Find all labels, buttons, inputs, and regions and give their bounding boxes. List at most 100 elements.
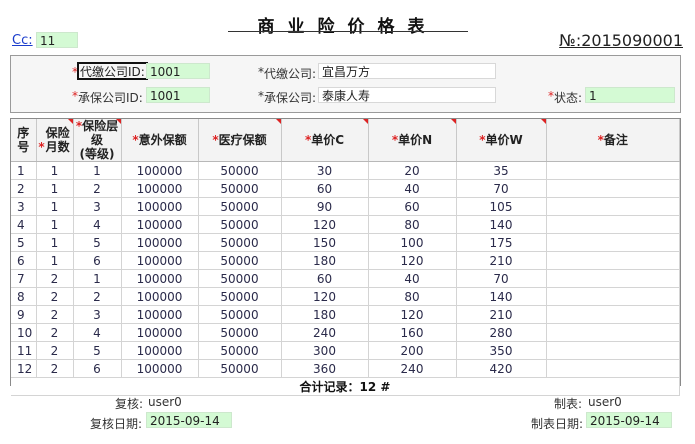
cell-accident[interactable]: 100000 — [121, 161, 199, 180]
cell-accident[interactable]: 100000 — [121, 323, 199, 342]
cell-level[interactable]: 3 — [73, 305, 122, 324]
cell-w[interactable]: 35 — [456, 161, 547, 180]
cell-w[interactable]: 175 — [456, 233, 547, 252]
cell-accident[interactable]: 100000 — [121, 269, 199, 288]
table-row[interactable]: 8 2 2 100000 50000 120 80 140 — [11, 287, 680, 306]
cell-medical[interactable]: 50000 — [198, 269, 282, 288]
cell-w[interactable]: 70 — [456, 269, 547, 288]
cell-w[interactable]: 420 — [456, 359, 547, 378]
col-header-level[interactable]: *保险层级 (等级) — [73, 119, 122, 162]
cell-w[interactable]: 210 — [456, 305, 547, 324]
table-row[interactable]: 3 1 3 100000 50000 90 60 105 — [11, 197, 680, 216]
col-header-price-w[interactable]: *单价W — [456, 119, 547, 162]
cell-c[interactable]: 180 — [281, 251, 369, 270]
cell-n[interactable]: 40 — [368, 179, 457, 198]
cell-n[interactable]: 200 — [368, 341, 457, 360]
cell-level[interactable]: 5 — [73, 341, 122, 360]
col-header-medical[interactable]: *医疗保额 — [198, 119, 282, 162]
cell-level[interactable]: 5 — [73, 233, 122, 252]
cell-seq[interactable]: 2 — [11, 179, 37, 198]
cell-level[interactable]: 3 — [73, 197, 122, 216]
cell-seq[interactable]: 9 — [11, 305, 37, 324]
cell-c[interactable]: 30 — [281, 161, 369, 180]
cell-medical[interactable]: 50000 — [198, 359, 282, 378]
cell-medical[interactable]: 50000 — [198, 305, 282, 324]
cell-c[interactable]: 60 — [281, 269, 369, 288]
cell-months[interactable]: 1 — [36, 161, 74, 180]
cell-accident[interactable]: 100000 — [121, 215, 199, 234]
cell-w[interactable]: 70 — [456, 179, 547, 198]
cell-level[interactable]: 4 — [73, 323, 122, 342]
col-header-accident[interactable]: *意外保额 — [121, 119, 199, 162]
status-field[interactable]: 1 — [585, 87, 675, 103]
cell-n[interactable]: 120 — [368, 251, 457, 270]
cell-level[interactable]: 1 — [73, 161, 122, 180]
cell-seq[interactable]: 3 — [11, 197, 37, 216]
table-row[interactable]: 12 2 6 100000 50000 360 240 420 — [11, 359, 680, 378]
cell-remark[interactable] — [546, 179, 680, 198]
cell-n[interactable]: 120 — [368, 305, 457, 324]
cell-level[interactable]: 4 — [73, 215, 122, 234]
cell-c[interactable]: 360 — [281, 359, 369, 378]
table-row[interactable]: 7 2 1 100000 50000 60 40 70 — [11, 269, 680, 288]
cell-level[interactable]: 6 — [73, 359, 122, 378]
cell-medical[interactable]: 50000 — [198, 323, 282, 342]
cell-seq[interactable]: 1 — [11, 161, 37, 180]
cell-n[interactable]: 240 — [368, 359, 457, 378]
make-date-field[interactable]: 2015-09-14 — [586, 412, 672, 428]
cell-c[interactable]: 120 — [281, 215, 369, 234]
cell-c[interactable]: 240 — [281, 323, 369, 342]
cell-months[interactable]: 1 — [36, 197, 74, 216]
payer-id-field[interactable]: 1001 — [146, 63, 210, 79]
table-row[interactable]: 4 1 4 100000 50000 120 80 140 — [11, 215, 680, 234]
cell-level[interactable]: 1 — [73, 269, 122, 288]
cell-remark[interactable] — [546, 341, 680, 360]
cell-remark[interactable] — [546, 323, 680, 342]
col-header-months[interactable]: *保险月数 — [36, 119, 74, 162]
cell-medical[interactable]: 50000 — [198, 287, 282, 306]
cell-n[interactable]: 20 — [368, 161, 457, 180]
col-header-seq[interactable]: 序号 — [11, 119, 37, 162]
cell-months[interactable]: 2 — [36, 323, 74, 342]
cell-w[interactable]: 210 — [456, 251, 547, 270]
table-row[interactable]: 2 1 2 100000 50000 60 40 70 — [11, 179, 680, 198]
cell-n[interactable]: 100 — [368, 233, 457, 252]
cell-seq[interactable]: 11 — [11, 341, 37, 360]
cell-accident[interactable]: 100000 — [121, 233, 199, 252]
cell-months[interactable]: 2 — [36, 287, 74, 306]
cell-seq[interactable]: 12 — [11, 359, 37, 378]
cell-medical[interactable]: 50000 — [198, 215, 282, 234]
review-date-field[interactable]: 2015-09-14 — [146, 412, 232, 428]
cell-medical[interactable]: 50000 — [198, 197, 282, 216]
cell-seq[interactable]: 4 — [11, 215, 37, 234]
cell-months[interactable]: 1 — [36, 179, 74, 198]
cell-level[interactable]: 2 — [73, 179, 122, 198]
cell-c[interactable]: 180 — [281, 305, 369, 324]
cell-seq[interactable]: 8 — [11, 287, 37, 306]
table-row[interactable]: 11 2 5 100000 50000 300 200 350 — [11, 341, 680, 360]
cell-seq[interactable]: 6 — [11, 251, 37, 270]
cell-remark[interactable] — [546, 287, 680, 306]
cell-months[interactable]: 2 — [36, 305, 74, 324]
insurer-name-field[interactable]: 泰康人寿 — [318, 87, 496, 103]
cell-w[interactable]: 280 — [456, 323, 547, 342]
cell-remark[interactable] — [546, 215, 680, 234]
cell-seq[interactable]: 5 — [11, 233, 37, 252]
cell-remark[interactable] — [546, 197, 680, 216]
cell-n[interactable]: 40 — [368, 269, 457, 288]
cell-accident[interactable]: 100000 — [121, 341, 199, 360]
cell-months[interactable]: 1 — [36, 215, 74, 234]
cell-accident[interactable]: 100000 — [121, 179, 199, 198]
table-row[interactable]: 6 1 6 100000 50000 180 120 210 — [11, 251, 680, 270]
table-row[interactable]: 5 1 5 100000 50000 150 100 175 — [11, 233, 680, 252]
cell-w[interactable]: 105 — [456, 197, 547, 216]
cc-label[interactable]: Cc: — [12, 33, 33, 48]
cell-remark[interactable] — [546, 161, 680, 180]
insurer-id-field[interactable]: 1001 — [146, 87, 210, 103]
cell-medical[interactable]: 50000 — [198, 179, 282, 198]
cell-medical[interactable]: 50000 — [198, 341, 282, 360]
col-header-price-n[interactable]: *单价N — [368, 119, 457, 162]
cell-months[interactable]: 1 — [36, 233, 74, 252]
cell-seq[interactable]: 10 — [11, 323, 37, 342]
cell-w[interactable]: 140 — [456, 287, 547, 306]
